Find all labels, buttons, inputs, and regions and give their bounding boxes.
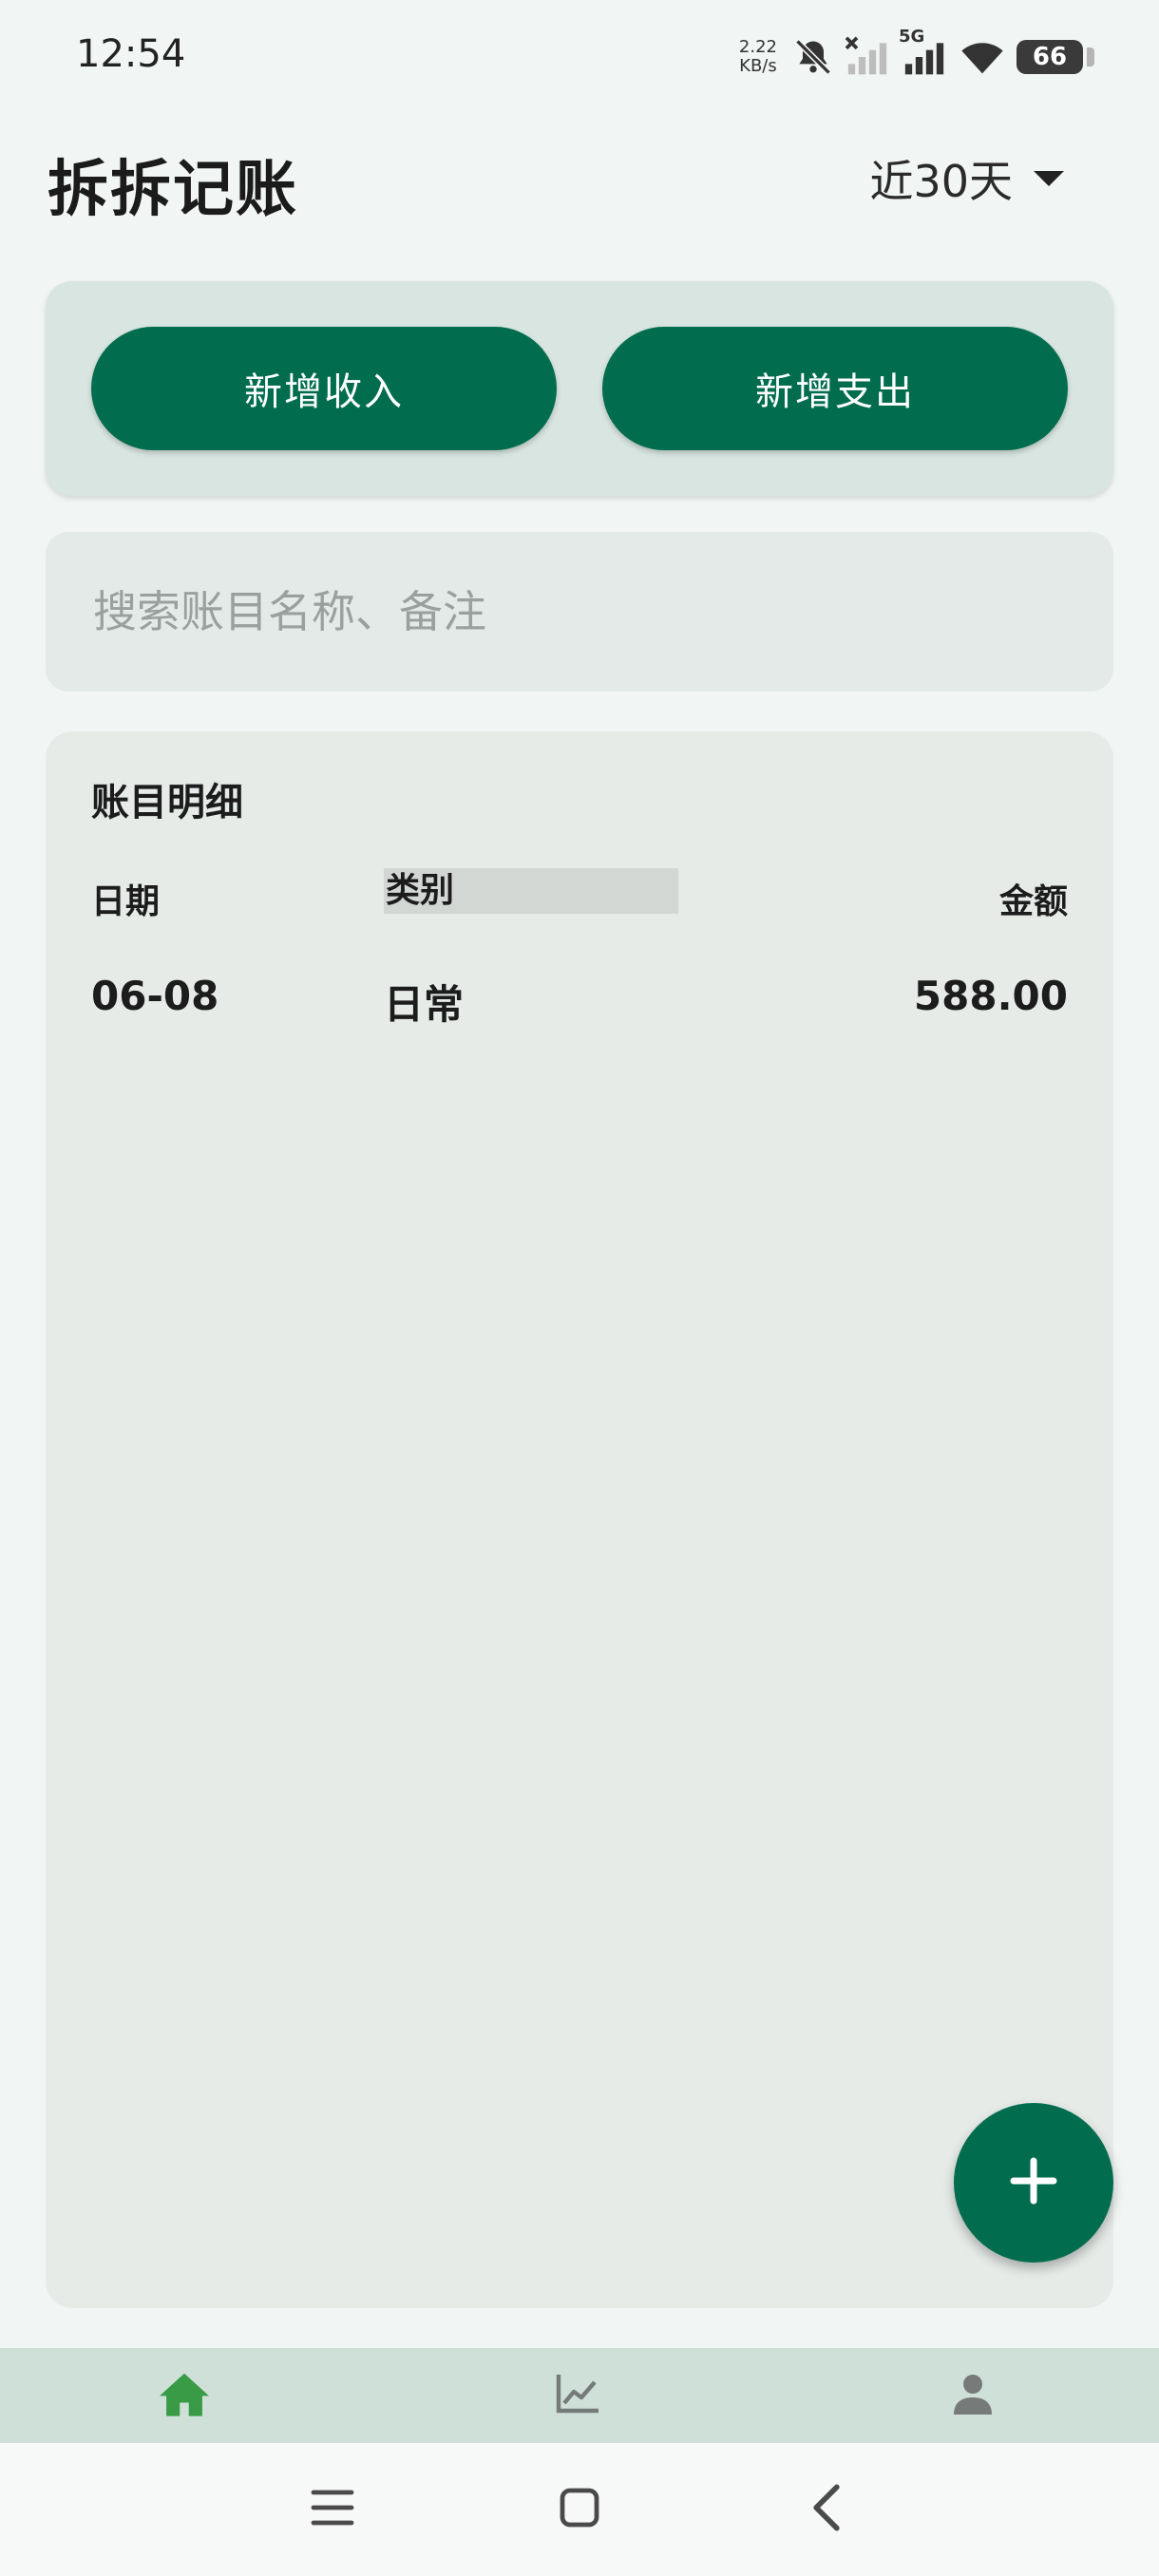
status-time: 12:54 [76, 32, 186, 76]
menu-icon [310, 2487, 355, 2532]
network-speed: 2.22 KB/s [739, 38, 777, 76]
bottom-nav [0, 2348, 1159, 2443]
app-screen: 12:54 2.22 KB/s 5G 66 拆拆记账 近30天 新增收入 新增支… [0, 0, 1159, 2576]
row-date: 06-08 [91, 973, 219, 1019]
column-header-amount[interactable]: 金额 [999, 874, 1068, 923]
add-fab-button[interactable] [954, 2103, 1113, 2263]
search-box [46, 532, 1113, 691]
person-icon [950, 2371, 996, 2420]
battery-level: 66 [1032, 43, 1068, 71]
home-icon [157, 2369, 212, 2422]
row-category: 日常 [384, 981, 465, 1028]
square-icon [557, 2485, 602, 2534]
ledger-title: 账目明细 [91, 781, 243, 824]
period-dropdown[interactable]: 近30天 [869, 150, 1064, 207]
nav-statistics[interactable] [530, 2367, 625, 2424]
column-header-category[interactable]: 类别 [384, 868, 678, 914]
table-row[interactable]: 06-08 日常 588.00 [46, 959, 1113, 1035]
plus-icon [1007, 2154, 1060, 2211]
column-header-date[interactable]: 日期 [91, 874, 160, 923]
nav-home[interactable] [137, 2367, 232, 2424]
network-type-label: 5G [899, 27, 925, 47]
status-bar: 12:54 2.22 KB/s 5G 66 [0, 0, 1159, 114]
bell-muted-icon [792, 36, 834, 78]
ledger-panel: 账目明细 日期 类别 金额 06-08 日常 588.00 [46, 731, 1113, 2308]
search-input[interactable] [91, 585, 1064, 638]
quick-actions-card: 新增收入 新增支出 [46, 281, 1113, 496]
network-speed-value: 2.22 [738, 37, 777, 57]
chart-icon [555, 2373, 600, 2418]
add-income-button[interactable]: 新增收入 [91, 327, 557, 450]
caret-down-icon [1034, 171, 1064, 186]
signal-no-service-icon [844, 36, 891, 78]
system-recents-button[interactable] [285, 2479, 380, 2540]
period-label: 近30天 [869, 156, 1013, 207]
system-nav-bar [0, 2443, 1159, 2576]
signal-5g-icon: 5G [899, 27, 948, 78]
system-home-button[interactable] [532, 2479, 627, 2540]
wifi-icon [958, 36, 1007, 78]
battery-icon: 66 [1016, 40, 1094, 74]
app-title: 拆拆记账 [48, 155, 298, 225]
chevron-left-icon [808, 2483, 846, 2536]
status-icons: 2.22 KB/s 5G 66 [739, 27, 1094, 82]
network-speed-unit: KB/s [739, 56, 777, 76]
add-expense-button[interactable]: 新增支出 [602, 327, 1068, 450]
system-back-button[interactable] [779, 2479, 874, 2540]
row-amount: 588.00 [913, 973, 1068, 1019]
nav-profile[interactable] [925, 2367, 1020, 2424]
